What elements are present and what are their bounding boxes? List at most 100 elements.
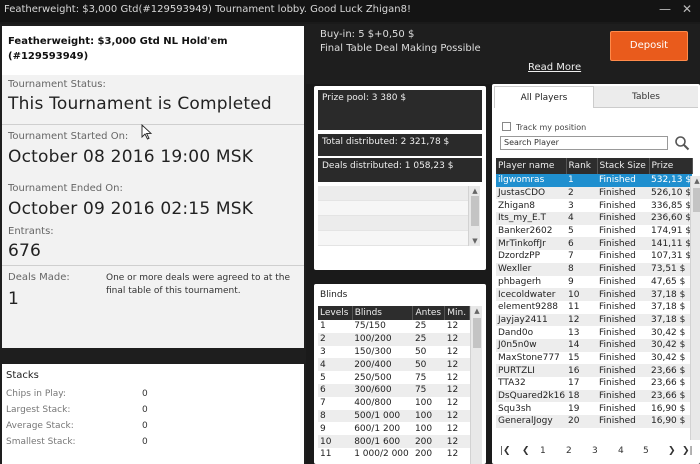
table-row[interactable]: Zhigan8 3 Finished 336,85 $ [496, 199, 692, 212]
table-cell: PURTZLI [496, 364, 566, 377]
table-row[interactable]: PURTZLI 16 Finished 23,66 $ [496, 364, 692, 377]
col-header[interactable]: Blinds [352, 306, 414, 320]
table-row: 8 500/1 000 100 12 [318, 409, 470, 423]
table-cell: 200 [412, 435, 445, 448]
table-cell: 37,18 $ [651, 302, 686, 313]
table-row[interactable]: Wexller 8 Finished 73,51 $ [496, 262, 692, 276]
col-header[interactable]: Min. [444, 306, 470, 320]
page-link[interactable]: 5 [643, 446, 649, 456]
col-header[interactable]: Antes [412, 306, 446, 320]
table-row[interactable]: J0n5n0w 14 Finished 30,42 $ [496, 338, 692, 352]
prev-page-icon[interactable]: ❮ [522, 446, 530, 456]
deals-note: One or more deals were agreed to at the … [106, 273, 290, 296]
table-cell: 25 [414, 321, 427, 332]
table-cell: 11 [320, 449, 332, 460]
list-item [318, 201, 468, 216]
players-scrollbar[interactable]: ▲ [690, 176, 700, 440]
scroll-thumb[interactable] [473, 318, 481, 348]
table-cell: 12 [444, 358, 470, 372]
scroll-up-icon[interactable]: ▲ [469, 186, 481, 196]
scroll-up-icon[interactable]: ▲ [471, 306, 483, 316]
minimize-button[interactable]: — [654, 0, 676, 20]
scroll-down-icon[interactable]: ▼ [469, 236, 481, 246]
entrants-label: Entrants: [8, 226, 54, 237]
close-button[interactable]: ✕ [676, 0, 698, 20]
tournament-info-panel: Featherweight: $3,000 Gtd NL Hold'em (#1… [0, 24, 306, 464]
blinds-scrollbar[interactable]: ▲ [470, 306, 482, 464]
col-header[interactable]: Levels [318, 306, 353, 320]
col-header[interactable]: Rank [566, 158, 598, 174]
table-cell: GeneralJogy [496, 415, 566, 428]
table-row[interactable]: GeneralJogy 20 Finished 16,90 $ [496, 415, 692, 428]
track-position[interactable]: Track my position [502, 122, 586, 132]
page-link[interactable]: 4 [618, 446, 624, 456]
page-link[interactable]: 1 [540, 446, 546, 456]
table-cell: 16,90 $ [651, 403, 686, 414]
first-page-icon[interactable]: |❮ [500, 446, 511, 456]
table-row[interactable]: MaxStone777 15 Finished 30,42 $ [496, 352, 692, 365]
table-cell: 9 [320, 423, 326, 434]
table-cell: Zhigan8 [498, 200, 536, 211]
table-cell: DzordzPP [498, 251, 540, 262]
started-label: Tournament Started On: [8, 131, 129, 142]
track-position-label: Track my position [516, 123, 587, 132]
table-cell: Finished [599, 378, 636, 389]
table-cell: 25 [412, 332, 445, 346]
read-more-link[interactable]: Read More [528, 62, 581, 73]
stacks-panel: Stacks Chips in Play: 0 Largest Stack: 0 A… [2, 364, 304, 464]
divider [2, 124, 304, 125]
table-cell: Finished [599, 226, 636, 237]
table-row[interactable]: Squ3sh 19 Finished 16,90 $ [496, 402, 692, 415]
table-cell: 23,66 $ [651, 378, 686, 389]
table-cell: 17 [568, 378, 580, 389]
table-row[interactable]: Icecoldwater 10 Finished 37,18 $ [496, 288, 692, 301]
scroll-up-icon[interactable]: ▲ [691, 176, 700, 186]
table-cell: 600/1 200 [354, 423, 401, 434]
search-input[interactable]: Search Player [500, 136, 668, 150]
tournament-header: Buy-in: 5 $+0,50 $ Final Table Deal Maki… [306, 24, 700, 84]
table-cell: 107,31 $ [651, 251, 692, 262]
table-cell: Finished [597, 364, 649, 377]
table-row[interactable]: phbagerh 9 Finished 47,65 $ [496, 276, 692, 289]
table-cell: 150/300 [354, 346, 392, 357]
col-header[interactable]: Player name [496, 158, 567, 174]
tab-all-players[interactable]: All Players [494, 86, 594, 108]
table-cell: 532,13 $ [649, 174, 692, 187]
prize-scrollbar[interactable]: ▲ ▼ [468, 186, 480, 246]
list-item [318, 216, 468, 231]
page-link[interactable]: 3 [592, 446, 598, 456]
tournament-details: Tournament Status: This Tournament is Co… [2, 75, 304, 348]
table-row[interactable]: Dand0o 13 Finished 30,42 $ [496, 326, 692, 339]
table-row[interactable]: DsQuared2k16 18 Finished 23,66 $ [496, 389, 692, 403]
scroll-thumb[interactable] [471, 196, 479, 226]
table-row[interactable]: TTA32 17 Finished 23,66 $ [496, 377, 692, 390]
table-cell: 13 [568, 327, 580, 338]
table-row[interactable]: JustasCDO 2 Finished 526,10 $ [496, 186, 692, 200]
next-page-icon[interactable]: ❯ [668, 446, 676, 456]
table-cell: 3 [320, 346, 326, 357]
table-cell: 11 [568, 302, 580, 313]
track-position-checkbox[interactable] [502, 122, 511, 131]
page-link[interactable]: 2 [566, 446, 572, 456]
stack-row: Smallest Stack: 0 [6, 437, 148, 447]
table-row: 4 200/400 50 12 [318, 358, 470, 372]
tournament-title: Featherweight: $3,000 Gtd NL Hold'em (#1… [2, 26, 304, 76]
table-cell: Finished [599, 352, 636, 363]
tab-tables[interactable]: Tables [594, 86, 698, 108]
table-row[interactable]: DzordzPP 7 Finished 107,31 $ [496, 250, 692, 263]
table-row: 10 800/1 600 200 12 [318, 435, 470, 448]
table-row[interactable]: Its_my_E.T 4 Finished 236,60 $ [496, 212, 692, 225]
table-row[interactable]: Banker2602 5 Finished 174,91 $ [496, 225, 692, 238]
search-icon[interactable] [674, 135, 690, 151]
col-header[interactable]: Prize [649, 158, 693, 174]
last-page-icon[interactable]: ❯| [682, 446, 693, 456]
table-row[interactable]: ilgwomras 1 Finished 532,13 $ [496, 174, 692, 187]
table-row[interactable]: element9288 11 Finished 37,18 $ [496, 301, 692, 314]
table-cell: Finished [597, 338, 649, 352]
table-row[interactable]: MrTinkoffJr 6 Finished 141,11 $ [496, 237, 692, 251]
scroll-thumb[interactable] [693, 188, 700, 212]
table-cell: Finished [597, 262, 649, 276]
table-row[interactable]: Jayjay2411 12 Finished 37,18 $ [496, 313, 692, 327]
col-header[interactable]: Stack Size [597, 158, 650, 174]
deposit-button[interactable]: Deposit [610, 31, 688, 61]
